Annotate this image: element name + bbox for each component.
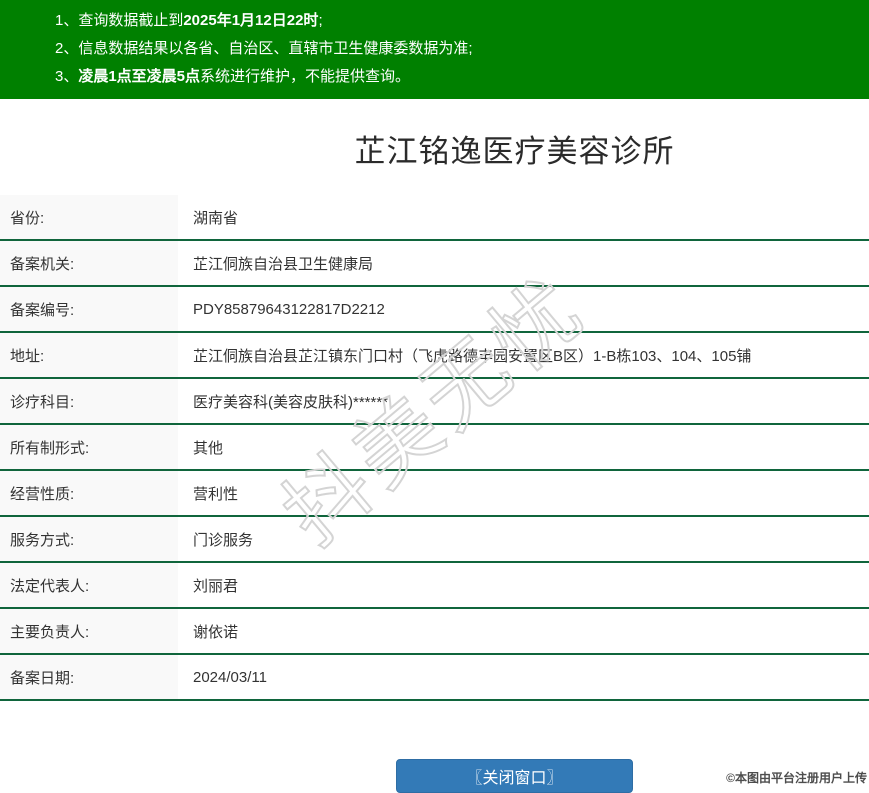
close-window-button[interactable]: 〖关闭窗口〗	[396, 759, 633, 793]
field-value: 湖南省	[193, 209, 239, 227]
field-value: 营利性	[193, 485, 239, 503]
field-value: 其他	[193, 439, 224, 457]
table-row-treatment-subjects: 诊疗科目: 医疗美容科(美容皮肤科)******	[0, 379, 869, 425]
notice-line-2: 2、信息数据结果以各省、自治区、直辖市卫生健康委数据为准;	[55, 35, 869, 63]
field-value: 芷江侗族自治县芷江镇东门口村（飞虎路德丰园安置区B区）1-B栋103、104、1…	[193, 347, 752, 365]
field-value: 医疗美容科(美容皮肤科)******	[193, 393, 389, 411]
field-value: 门诊服务	[193, 531, 254, 549]
field-value: 2024/03/11	[193, 668, 267, 686]
table-row-record-authority: 备案机关: 芷江侗族自治县卫生健康局	[0, 241, 869, 287]
table-row-record-date: 备案日期: 2024/03/11	[0, 655, 869, 701]
field-label: 诊疗科目:	[0, 379, 178, 423]
field-label: 主要负责人:	[0, 609, 178, 653]
field-value: 芷江侗族自治县卫生健康局	[193, 255, 374, 273]
notice-text: 3、	[55, 68, 79, 85]
record-info-table: 省份: 湖南省 备案机关: 芷江侗族自治县卫生健康局 备案编号: PDY8587…	[0, 195, 869, 701]
notice-bold-text: 2025年1月12日22时	[183, 12, 319, 29]
field-label: 地址:	[0, 333, 178, 377]
page-title: 芷江铭逸医疗美容诊所	[354, 134, 675, 169]
field-label: 经营性质:	[0, 471, 178, 515]
table-row-business-nature: 经营性质: 营利性	[0, 471, 869, 517]
field-label: 服务方式:	[0, 517, 178, 561]
table-row-address: 地址: 芷江侗族自治县芷江镇东门口村（飞虎路德丰园安置区B区）1-B栋103、1…	[0, 333, 869, 379]
table-row-province: 省份: 湖南省	[0, 195, 869, 241]
notice-text: 2、信息数据结果以各省、自治区、直辖市卫生健康委数据为准;	[55, 40, 473, 57]
field-label: 省份:	[0, 195, 178, 239]
table-row-ownership-form: 所有制形式: 其他	[0, 425, 869, 471]
field-label: 法定代表人:	[0, 563, 178, 607]
field-value: 刘丽君	[193, 577, 239, 595]
table-row-service-mode: 服务方式: 门诊服务	[0, 517, 869, 563]
table-row-record-number: 备案编号: PDY85879643122817D2212	[0, 287, 869, 333]
table-row-main-responsible-person: 主要负责人: 谢依诺	[0, 609, 869, 655]
notice-text: ;	[318, 12, 323, 29]
field-value: PDY85879643122817D2212	[193, 300, 385, 318]
field-label: 备案机关:	[0, 241, 178, 285]
field-label: 所有制形式:	[0, 425, 178, 469]
notice-bold-text: 凌晨1点至凌晨5点	[78, 68, 201, 85]
table-row-legal-representative: 法定代表人: 刘丽君	[0, 563, 869, 609]
notice-text: 系统进行维护，不能提供查询。	[200, 68, 411, 85]
field-label: 备案编号:	[0, 287, 178, 331]
copyright-note: ©本图由平台注册用户上传	[726, 771, 867, 785]
notice-line-3: 3、凌晨1点至凌晨5点系统进行维护，不能提供查询。	[55, 63, 869, 91]
field-value: 谢依诺	[193, 623, 239, 641]
field-label: 备案日期:	[0, 655, 178, 699]
notice-text: 1、查询数据截止到	[55, 12, 184, 29]
notice-line-1: 1、查询数据截止到2025年1月12日22时;	[55, 7, 869, 35]
notice-banner: 1、查询数据截止到2025年1月12日22时; 2、信息数据结果以各省、自治区、…	[0, 0, 869, 99]
